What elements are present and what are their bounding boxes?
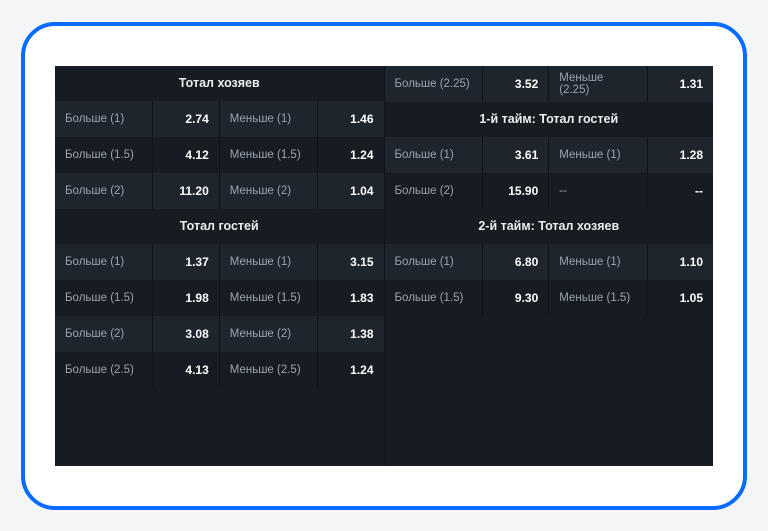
bet-under-odds[interactable]: 1.28 [648,137,713,173]
continuation-rows: Больше (2.25) 3.52 Меньше (2.25) 1.31 [385,66,714,102]
bet-row: Больше (1) 1.37 Меньше (1) 3.15 [55,244,384,280]
right-column: Больше (2.25) 3.52 Меньше (2.25) 1.31 1-… [385,66,714,466]
bet-over-odds[interactable]: 3.08 [153,316,219,352]
bet-over-label[interactable]: Больше (2) [55,316,153,352]
bet-over-label[interactable]: Больше (1.5) [55,137,153,173]
bet-row: Больше (1) 2.74 Меньше (1) 1.46 [55,101,384,137]
bet-over-odds[interactable]: 1.98 [153,280,219,316]
section-title: Тотал хозяев [55,66,384,101]
bet-row: Больше (1.5) 4.12 Меньше (1.5) 1.24 [55,137,384,173]
bet-under-label[interactable]: Меньше (2.25) [549,66,647,102]
outer-frame: Тотал хозяев Больше (1) 2.74 Меньше (1) … [21,22,747,510]
bet-over-odds[interactable]: 11.20 [153,173,219,209]
bet-over-label[interactable]: Больше (1.5) [55,280,153,316]
bet-row: Больше (1.5) 1.98 Меньше (1.5) 1.83 [55,280,384,316]
bet-over-odds[interactable]: 3.52 [483,66,549,102]
bet-over-label[interactable]: Больше (1) [55,244,153,280]
bet-under-odds[interactable]: -- [648,173,713,209]
bet-under-odds[interactable]: 1.38 [318,316,383,352]
bet-row: Больше (2.25) 3.52 Меньше (2.25) 1.31 [385,66,714,102]
bet-under-label[interactable]: Меньше (1.5) [549,280,647,316]
bet-under-odds[interactable]: 1.83 [318,280,383,316]
section-title: 2-й тайм: Тотал хозяев [385,209,714,244]
bet-row: Больше (2.5) 4.13 Меньше (2.5) 1.24 [55,352,384,388]
section-total-guests: Тотал гостей Больше (1) 1.37 Меньше (1) … [55,209,384,388]
bet-under-label[interactable]: Меньше (2.5) [220,352,318,388]
bet-row: Больше (1) 3.61 Меньше (1) 1.28 [385,137,714,173]
bet-under-odds[interactable]: 1.24 [318,137,383,173]
bet-over-label[interactable]: Больше (1) [385,137,483,173]
bet-over-odds[interactable]: 3.61 [483,137,549,173]
bet-over-odds[interactable]: 4.13 [153,352,219,388]
section-1h-total-guests: 1-й тайм: Тотал гостей Больше (1) 3.61 М… [385,102,714,209]
bet-under-odds[interactable]: 1.46 [318,101,383,137]
section-title: 1-й тайм: Тотал гостей [385,102,714,137]
bet-row: Больше (2) 3.08 Меньше (2) 1.38 [55,316,384,352]
bet-under-label[interactable]: Меньше (2) [220,316,318,352]
bet-over-odds[interactable]: 2.74 [153,101,219,137]
bet-over-odds[interactable]: 6.80 [483,244,549,280]
bet-over-odds[interactable]: 1.37 [153,244,219,280]
bet-under-label[interactable]: -- [549,173,647,209]
bet-under-label[interactable]: Меньше (2) [220,173,318,209]
bet-over-odds[interactable]: 4.12 [153,137,219,173]
section-total-hosts: Тотал хозяев Больше (1) 2.74 Меньше (1) … [55,66,384,209]
bet-under-label[interactable]: Меньше (1) [549,244,647,280]
bet-under-label[interactable]: Меньше (1.5) [220,280,318,316]
section-title: Тотал гостей [55,209,384,244]
bet-over-odds[interactable]: 9.30 [483,280,549,316]
section-2h-total-hosts: 2-й тайм: Тотал хозяев Больше (1) 6.80 М… [385,209,714,316]
bet-over-label[interactable]: Больше (2.5) [55,352,153,388]
bet-over-label[interactable]: Больше (1.5) [385,280,483,316]
bet-row: Больше (2) 11.20 Меньше (2) 1.04 [55,173,384,209]
bet-over-label[interactable]: Больше (2) [385,173,483,209]
bet-under-label[interactable]: Меньше (1.5) [220,137,318,173]
bet-row: Больше (2) 15.90 -- -- [385,173,714,209]
bet-under-label[interactable]: Меньше (1) [549,137,647,173]
bet-over-label[interactable]: Больше (2.25) [385,66,483,102]
bet-row: Больше (1) 6.80 Меньше (1) 1.10 [385,244,714,280]
bet-under-odds[interactable]: 1.10 [648,244,713,280]
bet-under-odds[interactable]: 1.31 [648,66,713,102]
bet-under-label[interactable]: Меньше (1) [220,244,318,280]
betting-panel: Тотал хозяев Больше (1) 2.74 Меньше (1) … [55,66,713,466]
bet-under-odds[interactable]: 1.04 [318,173,383,209]
bet-over-odds[interactable]: 15.90 [483,173,549,209]
bet-under-odds[interactable]: 3.15 [318,244,383,280]
bet-under-label[interactable]: Меньше (1) [220,101,318,137]
left-column: Тотал хозяев Больше (1) 2.74 Меньше (1) … [55,66,385,466]
bet-over-label[interactable]: Больше (1) [55,101,153,137]
bet-under-odds[interactable]: 1.05 [648,280,713,316]
bet-under-odds[interactable]: 1.24 [318,352,383,388]
bet-row: Больше (1.5) 9.30 Меньше (1.5) 1.05 [385,280,714,316]
bet-over-label[interactable]: Больше (1) [385,244,483,280]
bet-over-label[interactable]: Больше (2) [55,173,153,209]
